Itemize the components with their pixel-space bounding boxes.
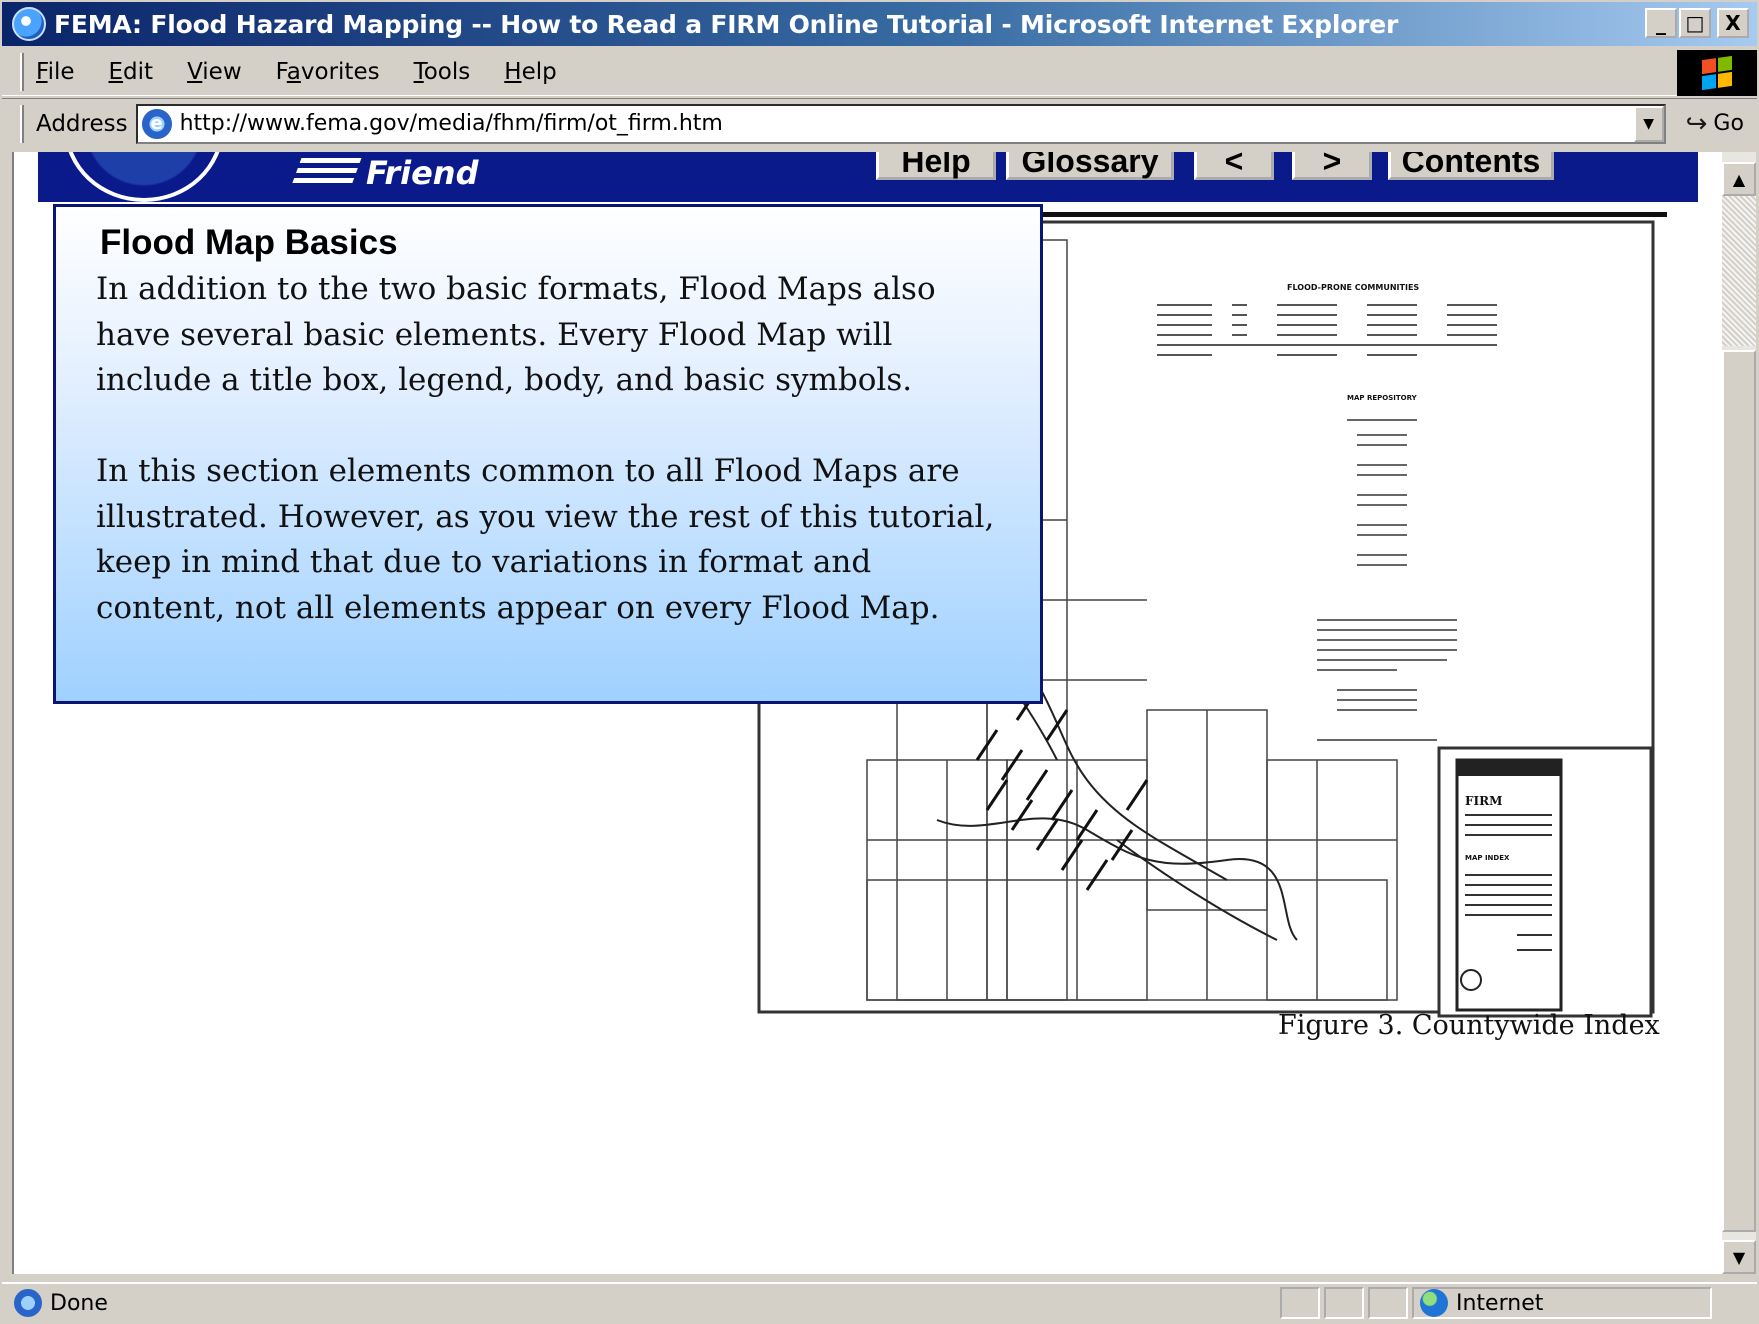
address-input[interactable]: e http://www.fema.gov/media/fhm/firm/ot_…: [135, 103, 1666, 144]
ie-icon: [12, 7, 46, 41]
status-pane: [1280, 1287, 1320, 1319]
window-title: FEMA: Flood Hazard Mapping -- How to Rea…: [54, 9, 1399, 39]
address-dropdown-button[interactable]: ▼: [1633, 105, 1664, 142]
info-box: Flood Map Basics In addition to the two …: [53, 204, 1043, 704]
menu-favorites[interactable]: Favorites: [276, 59, 380, 85]
tell-a-friend-link[interactable]: Friend: [290, 154, 479, 192]
friend-label: Friend: [366, 154, 479, 192]
repository-heading: MAP REPOSITORY: [1347, 394, 1418, 402]
menu-tools[interactable]: Tools: [414, 59, 471, 85]
windows-logo-icon: [1677, 50, 1757, 96]
help-button[interactable]: Help: [876, 152, 996, 180]
intro-paragraph: In addition to the two basic formats, Fl…: [96, 271, 936, 398]
firm-label: FIRM: [1465, 794, 1502, 808]
scroll-down-arrow-icon[interactable]: ▼: [1722, 1240, 1756, 1274]
menu-bar: File Edit View Favorites Tools Help: [2, 48, 1757, 96]
title-bar: FEMA: Flood Hazard Mapping -- How to Rea…: [2, 2, 1757, 46]
page-icon: e: [141, 108, 172, 139]
section-heading: Flood Map Basics: [100, 223, 398, 262]
minimize-button[interactable]: _: [1645, 8, 1677, 38]
menu-file[interactable]: File: [36, 59, 75, 85]
zone-label: Internet: [1456, 1290, 1544, 1316]
scroll-track[interactable]: [1722, 196, 1756, 346]
menu-edit[interactable]: Edit: [109, 59, 154, 85]
page-status-icon: [14, 1289, 42, 1317]
address-grip[interactable]: [20, 104, 24, 143]
note-paragraph: In this section elements common to all F…: [96, 453, 995, 626]
address-url[interactable]: http://www.fema.gov/media/fhm/firm/ot_fi…: [180, 111, 723, 136]
figure-caption: Figure 3. Countywide Index: [1278, 1010, 1660, 1041]
address-bar: Address e http://www.fema.gov/media/fhm/…: [2, 98, 1757, 148]
status-pane: [1368, 1287, 1408, 1319]
close-button[interactable]: X: [1717, 8, 1749, 38]
tutorial-nav: Help Glossary < > Contents: [876, 152, 1554, 180]
go-arrow-icon: ↪: [1685, 108, 1708, 139]
scroll-thumb[interactable]: [1722, 350, 1756, 1232]
menu-view[interactable]: View: [187, 59, 242, 85]
map-index-label: MAP INDEX: [1465, 854, 1510, 862]
next-button[interactable]: >: [1292, 152, 1372, 180]
address-label: Address: [36, 110, 128, 137]
menu-help[interactable]: Help: [504, 59, 556, 85]
page-viewport: Friend Help Glossary < > Contents FLOOD-…: [12, 152, 1722, 1274]
contents-button[interactable]: Contents: [1388, 152, 1554, 180]
email-lines-icon: [290, 158, 362, 188]
status-pane: [1324, 1287, 1364, 1319]
glossary-button[interactable]: Glossary: [1006, 152, 1174, 180]
go-button[interactable]: ↪ Go: [1686, 109, 1744, 139]
previous-button[interactable]: <: [1194, 152, 1274, 180]
toolbar-grip[interactable]: [20, 52, 24, 91]
browser-window: FEMA: Flood Hazard Mapping -- How to Rea…: [0, 0, 1759, 1324]
fema-seal-logo: [64, 152, 224, 202]
window-controls: _ □ X: [1645, 8, 1749, 38]
maximize-button[interactable]: □: [1679, 8, 1711, 38]
scroll-up-arrow-icon[interactable]: ▲: [1722, 162, 1756, 196]
status-text: Done: [50, 1290, 108, 1316]
vertical-scrollbar[interactable]: ▲ ▼: [1722, 152, 1756, 1274]
globe-icon: [1420, 1289, 1448, 1317]
nav-banner: Friend Help Glossary < > Contents: [38, 152, 1698, 202]
go-label: Go: [1713, 111, 1744, 136]
status-bar: Done Internet: [2, 1282, 1757, 1322]
communities-heading: FLOOD-PRONE COMMUNITIES: [1287, 283, 1419, 292]
security-zone: Internet: [1412, 1287, 1712, 1319]
